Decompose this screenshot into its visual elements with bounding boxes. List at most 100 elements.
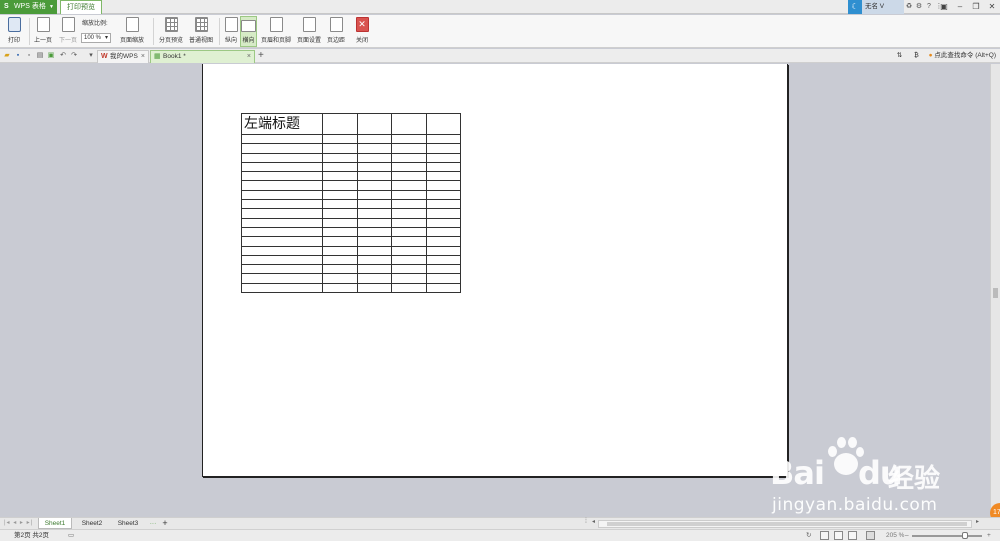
page-layout-view-icon[interactable] — [834, 531, 843, 540]
margins-button[interactable]: 页边距 — [325, 16, 347, 47]
new-tab-icon[interactable]: + — [258, 50, 264, 62]
sheet-table: 左端标题 — [241, 113, 461, 294]
sheet-tab-sheet1[interactable]: Sheet1 — [38, 518, 72, 529]
table-cell — [391, 152, 427, 163]
page-zoom-button[interactable]: 页面缩放 — [116, 16, 148, 47]
table-cell — [322, 208, 358, 219]
user-name[interactable]: 无名 V — [862, 0, 904, 14]
open-folder-icon[interactable]: ▰ — [3, 51, 11, 60]
redo-icon[interactable]: ↷ — [70, 51, 78, 60]
restore-icon[interactable]: ❐ — [968, 0, 984, 14]
window-controls: ▣ – ❐ ✕ — [936, 0, 1000, 14]
table-cell — [322, 245, 358, 256]
page-layout-icon[interactable]: ▭ — [68, 530, 74, 541]
prev-page-button[interactable]: 上一页 — [32, 16, 54, 47]
print-button[interactable]: 打印 — [2, 16, 26, 47]
table-cell — [426, 161, 461, 173]
table-row — [241, 236, 461, 247]
next-page-button[interactable]: 下一页 — [57, 16, 79, 47]
horizontal-scrollbar[interactable] — [598, 520, 972, 528]
print-icon[interactable]: ▤ — [36, 51, 44, 60]
refresh-icon[interactable]: ↻ — [806, 530, 811, 541]
page-zoom-icon — [125, 17, 139, 32]
scroll-thumb[interactable] — [993, 288, 998, 298]
customize-dropdown-icon[interactable]: ▾ — [87, 51, 95, 60]
table-cell — [391, 264, 427, 275]
table-cell — [391, 217, 427, 228]
sync-icon[interactable]: ♻ — [904, 0, 914, 14]
page-break-preview-label: 分页预览 — [158, 38, 183, 44]
app-menu-button[interactable]: S WPS 表格 ▼ — [0, 0, 57, 14]
table-row: 左端标题 — [241, 113, 461, 135]
sheet-nav-arrows-icon[interactable]: |◂ ◂ ▸ ▸| — [4, 519, 33, 526]
table-cell — [357, 254, 392, 266]
header-footer-button[interactable]: 页眉和页脚 — [259, 16, 293, 47]
skin-icon[interactable]: ⚙ — [914, 0, 924, 14]
table-cell — [391, 282, 427, 294]
table-cell — [322, 217, 358, 228]
normal-view-button[interactable]: 普通视图 — [187, 16, 215, 47]
table-cell — [357, 113, 392, 135]
sheet-tab-sheet3[interactable]: Sheet3 — [111, 518, 145, 529]
scroll-left-icon[interactable]: ◂ — [592, 518, 595, 525]
page-break-preview-button[interactable]: 分页预览 — [157, 16, 185, 47]
add-sheet-icon[interactable]: + — [160, 518, 170, 529]
scroll-thumb[interactable] — [607, 522, 967, 526]
save-icon[interactable]: ▪ — [14, 51, 22, 60]
zoom-slider-knob[interactable] — [962, 532, 968, 539]
table-cell — [426, 245, 461, 256]
portrait-button[interactable]: 纵向 — [223, 16, 239, 47]
collapse-ribbon-icon[interactable]: ⇅ — [897, 52, 902, 59]
fullscreen-icon[interactable]: ▣ — [936, 0, 952, 14]
help-icon[interactable]: ? — [924, 0, 934, 14]
zoom-slider[interactable] — [912, 535, 982, 537]
tab-print-preview[interactable]: 打印预览 — [60, 0, 102, 14]
table-cell — [391, 273, 427, 284]
close-window-icon[interactable]: ✕ — [984, 0, 1000, 14]
landscape-button[interactable]: 横向 — [240, 16, 257, 47]
export-pdf-icon[interactable]: ▫ — [25, 51, 33, 60]
zoom-in-icon[interactable]: + — [987, 530, 991, 541]
zoom-ratio-select[interactable]: 100 % ▾ — [81, 33, 111, 43]
print-preview-icon[interactable]: ▣ — [47, 51, 55, 60]
page-break-view-icon[interactable] — [848, 531, 857, 540]
prev-page-label: 上一页 — [33, 38, 52, 44]
printer-icon — [7, 17, 21, 32]
doc-tab-label: Book1 * — [163, 53, 186, 60]
table-row — [241, 208, 461, 219]
preview-page: 左端标题 — [202, 64, 788, 477]
table-cell — [322, 199, 358, 210]
scroll-right-icon[interactable]: ▸ — [976, 518, 979, 525]
command-search[interactable]: ⇅ ₿ ● 点此查找命令 (Alt+Q) — [897, 50, 996, 62]
close-icon: ✕ — [355, 17, 369, 32]
chevron-down-icon: ▼ — [49, 4, 54, 10]
table-cell — [241, 208, 323, 219]
table-cell — [426, 273, 461, 284]
close-preview-button[interactable]: ✕ 关闭 — [352, 16, 372, 47]
page-setup-button[interactable]: 页面设置 — [295, 16, 323, 47]
feature-icon[interactable]: ₿ — [914, 52, 919, 59]
minimize-icon[interactable]: – — [952, 0, 968, 14]
zoom-out-icon[interactable]: – — [905, 530, 909, 541]
table-cell — [426, 133, 461, 145]
table-cell — [426, 143, 461, 154]
table-row — [241, 226, 461, 238]
close-tab-icon[interactable]: × — [247, 51, 251, 63]
doc-tab-my-wps[interactable]: W 我的WPS × — [97, 50, 149, 63]
normal-view-icon[interactable] — [820, 531, 829, 540]
table-cell — [241, 254, 323, 266]
sheet-more-button[interactable]: ··· — [148, 518, 158, 529]
undo-icon[interactable]: ↶ — [59, 51, 67, 60]
table-cell — [322, 264, 358, 275]
page-zoom-label: 页面缩放 — [119, 38, 144, 44]
moon-icon[interactable]: ☾ — [848, 0, 862, 14]
vertical-scrollbar[interactable] — [990, 64, 1000, 517]
zoom-level[interactable]: 205 % — [886, 530, 904, 541]
close-tab-icon[interactable]: × — [141, 51, 145, 63]
scroll-split-icon[interactable]: ⁞ — [585, 518, 587, 525]
doc-tab-book1[interactable]: ▦ Book1 * × — [150, 50, 255, 63]
table-cell — [241, 264, 323, 275]
table-cell — [322, 152, 358, 163]
sheet-tab-sheet2[interactable]: Sheet2 — [75, 518, 109, 529]
reading-mode-icon[interactable] — [866, 531, 875, 540]
